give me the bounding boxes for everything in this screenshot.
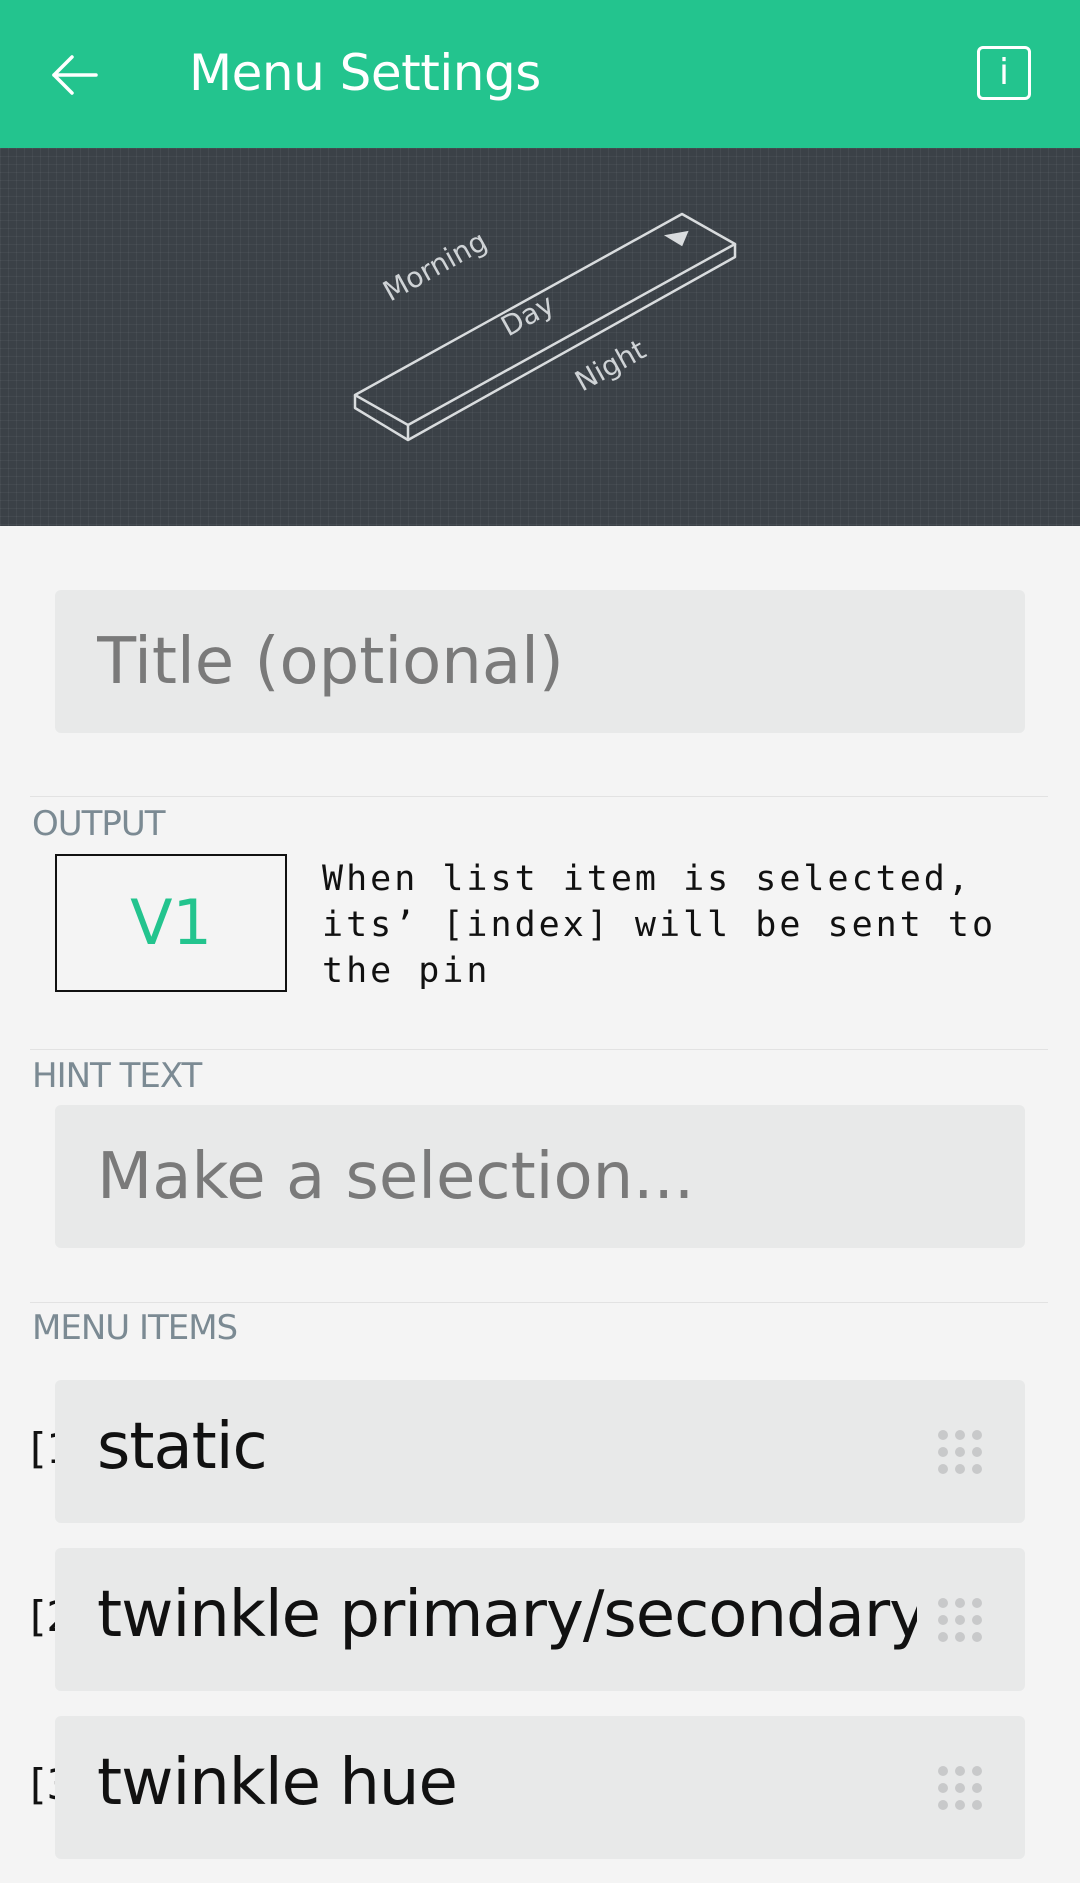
menu-item-text[interactable]: static xyxy=(97,1410,917,1484)
page-title: Menu Settings xyxy=(189,44,541,102)
divider xyxy=(30,1049,1048,1050)
output-description-line: the pin xyxy=(322,951,491,991)
hint-text-field[interactable] xyxy=(55,1105,1025,1248)
info-icon: i xyxy=(998,52,1009,93)
drag-handle-icon[interactable] xyxy=(938,1598,982,1642)
dropdown-triangle-icon xyxy=(663,230,689,247)
output-pin-selector[interactable]: V1 xyxy=(55,854,287,992)
arrow-left-icon xyxy=(52,55,98,95)
app-bar: Menu Settings i xyxy=(0,0,1080,148)
menu-item-text[interactable]: twinkle hue xyxy=(97,1746,917,1820)
illustration-label-morning: Morning xyxy=(377,224,492,308)
output-description: When list item is selected, its’ [index]… xyxy=(322,856,1022,994)
menu-item[interactable]: twinkle hue xyxy=(55,1716,1025,1859)
title-input[interactable] xyxy=(97,590,997,733)
divider xyxy=(30,1302,1048,1303)
hint-text-label: HINT TEXT xyxy=(32,1056,202,1096)
menu-item[interactable]: twinkle primary/secondary xyxy=(55,1548,1025,1691)
menu-items-label: MENU ITEMS xyxy=(32,1308,238,1348)
widget-illustration: Morning Day Night xyxy=(0,148,1080,526)
title-field[interactable] xyxy=(55,590,1025,733)
info-button[interactable]: i xyxy=(977,46,1031,100)
menu-widget-illustration: Morning Day Night xyxy=(353,212,737,442)
menu-item-text[interactable]: twinkle primary/secondary xyxy=(97,1578,917,1652)
drag-handle-icon[interactable] xyxy=(938,1766,982,1810)
hint-text-input[interactable] xyxy=(97,1105,997,1248)
drag-handle-icon[interactable] xyxy=(938,1430,982,1474)
output-label: OUTPUT xyxy=(32,804,166,844)
back-button[interactable] xyxy=(40,40,110,110)
divider xyxy=(30,796,1048,797)
menu-item[interactable]: static xyxy=(55,1380,1025,1523)
output-description-line: When list item is selected, xyxy=(322,859,972,899)
illustration-label-day: Day xyxy=(495,287,559,343)
output-description-line: its’ [index] will be sent to xyxy=(322,905,997,945)
